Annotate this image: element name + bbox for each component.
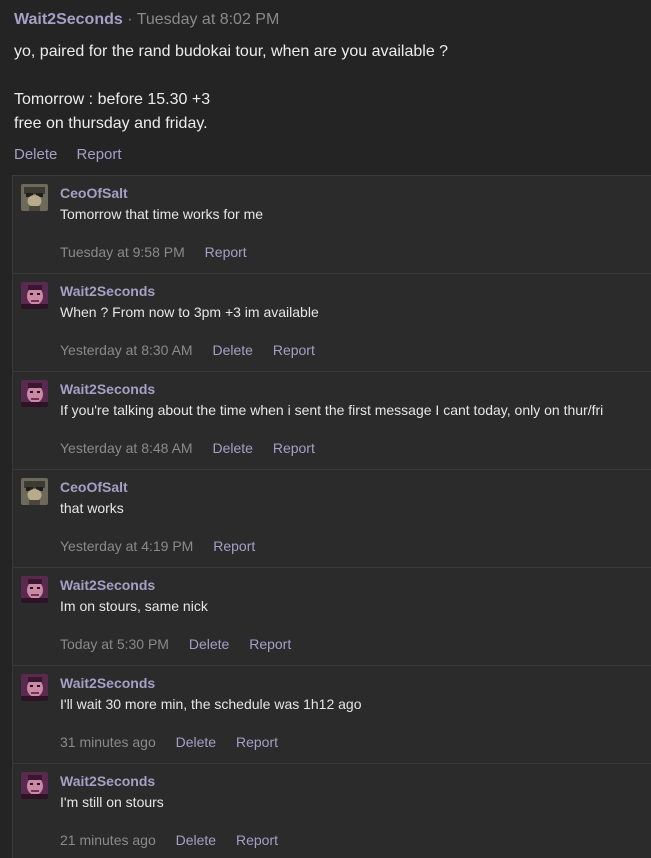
post-body: yo, paired for the rand budokai tour, wh…: [14, 40, 634, 136]
comment-delete-link[interactable]: Delete: [176, 734, 216, 750]
comment-meta: 21 minutes ago Delete Report: [60, 831, 294, 849]
comment-report-link[interactable]: Report: [236, 734, 278, 750]
comment-delete-link[interactable]: Delete: [176, 832, 216, 848]
comment-item: Wait2Seconds Im on stours, same nick Tod…: [13, 568, 651, 666]
comment-list: CeoOfSalt Tomorrow that time works for m…: [12, 175, 651, 858]
comment-timestamp[interactable]: 31 minutes ago: [60, 734, 156, 750]
post-author-link[interactable]: Wait2Seconds: [14, 11, 123, 28]
comment-report-link[interactable]: Report: [213, 538, 255, 554]
comment-text: that works: [60, 500, 124, 516]
comment-item: Wait2Seconds When ? From now to 3pm +3 i…: [13, 274, 651, 372]
post-report-link[interactable]: Report: [77, 146, 122, 163]
post-header: Wait2Seconds · Tuesday at 8:02 PM: [14, 10, 279, 30]
comment-author-link[interactable]: CeoOfSalt: [60, 478, 128, 496]
comment-text: When ? From now to 3pm +3 im available: [60, 304, 319, 320]
comment-item: CeoOfSalt Tomorrow that time works for m…: [13, 176, 651, 274]
post-actions: Delete Report: [14, 145, 137, 165]
comment-author-link[interactable]: Wait2Seconds: [60, 772, 155, 790]
comment-delete-link[interactable]: Delete: [189, 636, 229, 652]
post-separator: ·: [127, 11, 133, 28]
comment-item: Wait2Seconds If you're talking about the…: [13, 372, 651, 470]
comment-report-link[interactable]: Report: [249, 636, 291, 652]
comment-report-link[interactable]: Report: [273, 440, 315, 456]
comment-meta: Tuesday at 9:58 PM Report: [60, 243, 263, 261]
post-timestamp[interactable]: Tuesday at 8:02 PM: [137, 11, 280, 28]
wait2seconds-avatar[interactable]: [21, 576, 48, 603]
comment-author-link[interactable]: Wait2Seconds: [60, 380, 155, 398]
ceoofsalt-avatar[interactable]: [21, 478, 48, 505]
comment-delete-link[interactable]: Delete: [212, 342, 252, 358]
comment-item: CeoOfSalt that works Yesterday at 4:19 P…: [13, 470, 651, 568]
comment-text: Tomorrow that time works for me: [60, 206, 264, 222]
comment-text: If you're talking about the time when i …: [60, 402, 604, 418]
comment-item: Wait2Seconds I'm still on stours 21 minu…: [13, 764, 651, 858]
comment-item: Wait2Seconds I'll wait 30 more min, the …: [13, 666, 651, 764]
comment-author-link[interactable]: Wait2Seconds: [60, 576, 155, 594]
comment-author-link[interactable]: Wait2Seconds: [60, 674, 155, 692]
comment-meta: 31 minutes ago Delete Report: [60, 733, 294, 751]
comment-timestamp[interactable]: Yesterday at 8:48 AM: [60, 440, 193, 456]
comment-timestamp[interactable]: Yesterday at 4:19 PM: [60, 538, 193, 554]
comment-timestamp[interactable]: 21 minutes ago: [60, 832, 156, 848]
comment-meta: Yesterday at 8:30 AM Delete Report: [60, 341, 331, 359]
comment-author-link[interactable]: CeoOfSalt: [60, 184, 128, 202]
wait2seconds-avatar[interactable]: [21, 380, 48, 407]
comment-report-link[interactable]: Report: [236, 832, 278, 848]
post-body-line: Tomorrow : before 15.30 +3: [14, 91, 211, 108]
comment-timestamp[interactable]: Tuesday at 9:58 PM: [60, 244, 185, 260]
comment-timestamp[interactable]: Yesterday at 8:30 AM: [60, 342, 193, 358]
comment-timestamp[interactable]: Today at 5:30 PM: [60, 636, 169, 652]
comment-text: Im on stours, same nick: [60, 598, 208, 614]
comment-meta: Yesterday at 8:48 AM Delete Report: [60, 439, 331, 457]
profile-post: Wait2Seconds · Tuesday at 8:02 PM yo, pa…: [0, 0, 651, 858]
comment-text: I'm still on stours: [60, 794, 164, 810]
comment-meta: Yesterday at 4:19 PM Report: [60, 537, 271, 555]
comment-delete-link[interactable]: Delete: [212, 440, 252, 456]
ceoofsalt-avatar[interactable]: [21, 184, 48, 211]
post-delete-link[interactable]: Delete: [14, 146, 57, 163]
comment-report-link[interactable]: Report: [273, 342, 315, 358]
comment-text: I'll wait 30 more min, the schedule was …: [60, 696, 362, 712]
comment-meta: Today at 5:30 PM Delete Report: [60, 635, 307, 653]
post-body-line: free on thursday and friday.: [14, 115, 208, 132]
post-body-line: yo, paired for the rand budokai tour, wh…: [14, 43, 449, 60]
comment-report-link[interactable]: Report: [205, 244, 247, 260]
wait2seconds-avatar[interactable]: [21, 772, 48, 799]
comment-author-link[interactable]: Wait2Seconds: [60, 282, 155, 300]
wait2seconds-avatar[interactable]: [21, 282, 48, 309]
wait2seconds-avatar[interactable]: [21, 674, 48, 701]
